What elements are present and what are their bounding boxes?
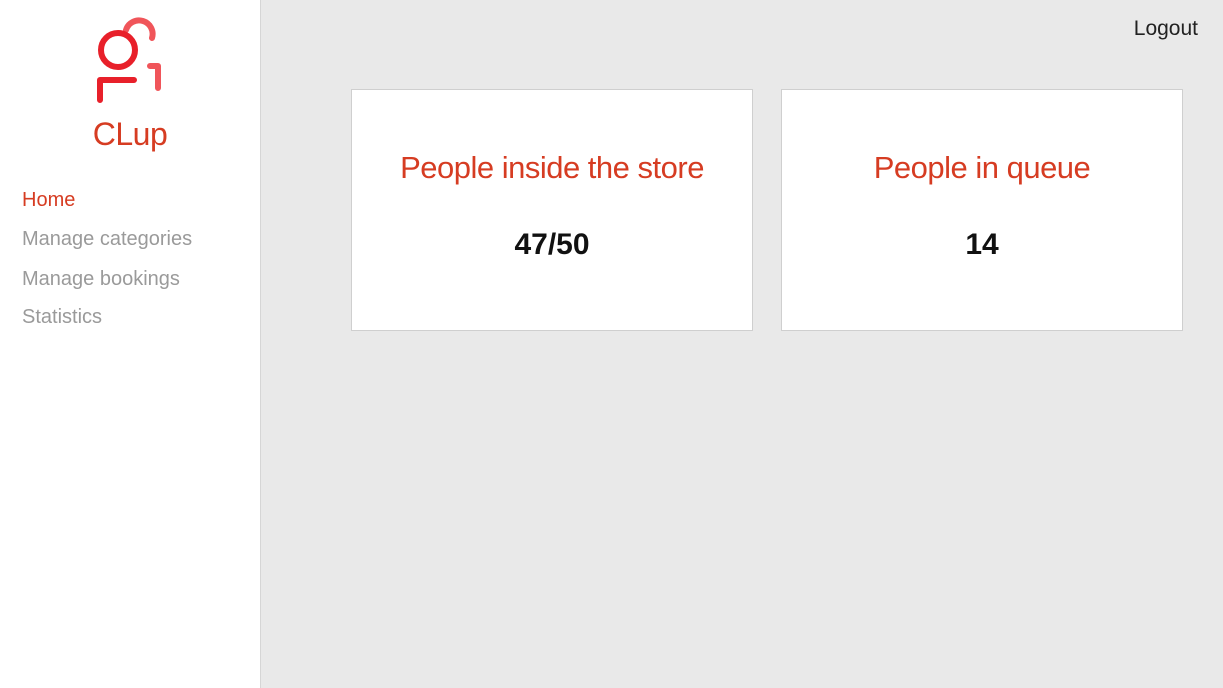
sidebar-nav: Home Manage categories Manage bookings S… — [22, 186, 192, 331]
card-value: 14 — [965, 228, 999, 261]
sidebar-item-manage-categories[interactable]: Manage categories — [22, 225, 192, 253]
sidebar-item-home[interactable]: Home — [22, 186, 192, 214]
card-title: People inside the store — [400, 150, 704, 185]
sidebar-item-manage-bookings[interactable]: Manage bookings — [22, 265, 192, 293]
card-title: People in queue — [873, 150, 1091, 185]
people-inside-card: People inside the store 47/50 — [351, 89, 753, 331]
people-logo-icon — [97, 17, 161, 103]
sidebar: CLup Home Manage categories Manage booki… — [0, 0, 261, 688]
logout-link[interactable]: Logout — [1134, 17, 1198, 41]
card-value: 47/50 — [514, 228, 590, 261]
sidebar-item-statistics[interactable]: Statistics — [22, 303, 192, 331]
app-name: CLup — [92, 116, 168, 152]
people-in-queue-card: People in queue 14 — [781, 89, 1183, 331]
